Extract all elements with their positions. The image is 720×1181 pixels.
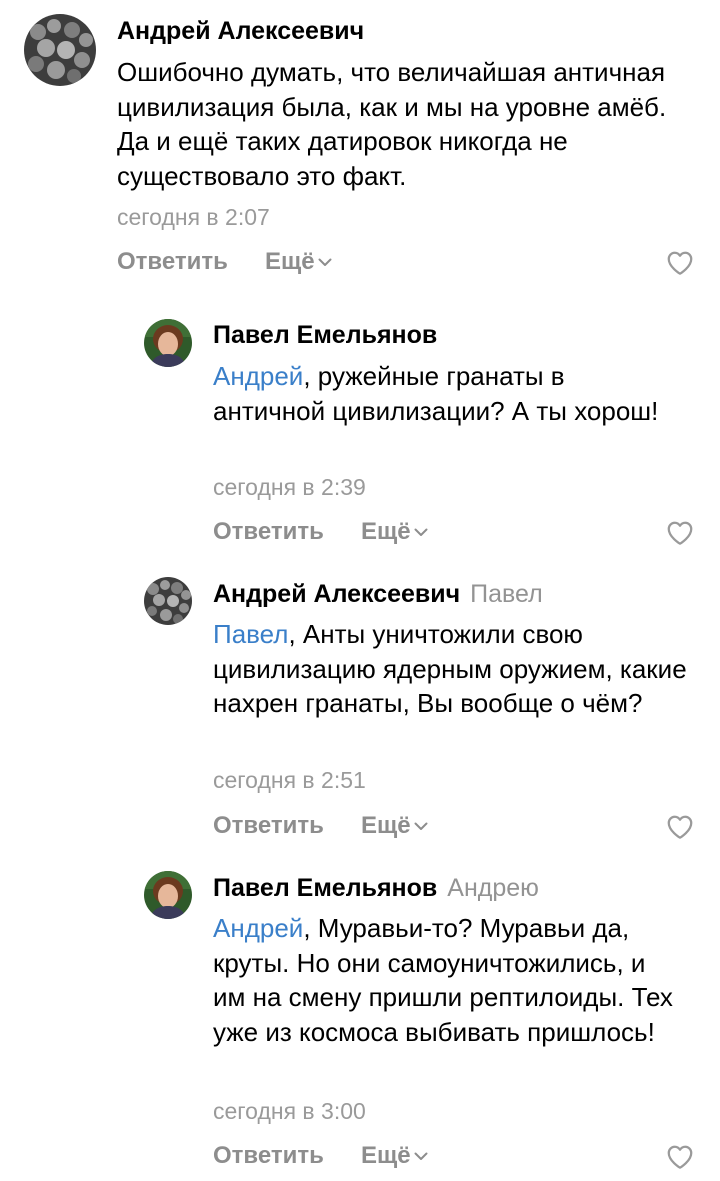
person-photo-avatar-icon	[144, 319, 192, 367]
mention-link[interactable]: Андрей	[213, 913, 303, 943]
reply-button[interactable]: Ответить	[117, 246, 228, 278]
mention-link[interactable]: Андрей	[213, 361, 303, 391]
comment-text: Ошибочно думать, что величайшая античная…	[117, 57, 667, 191]
comment: Андрей Алексеевич Ошибочно думать, что в…	[0, 0, 720, 290]
reply-to-name[interactable]: Павел	[470, 580, 543, 608]
reply-button[interactable]: Ответить	[213, 810, 324, 842]
comment-reply: Павел Емельянов Андрей, ружейные гранаты…	[0, 300, 720, 570]
more-button[interactable]: Ещё	[265, 246, 332, 278]
heart-icon[interactable]	[665, 248, 695, 278]
author-name[interactable]: Павел Емельянов	[213, 321, 437, 349]
more-label: Ещё	[265, 248, 315, 275]
comment-reply: Андрей Алексеевич Павел Павел, Анты уничт…	[0, 560, 720, 860]
reply-button[interactable]: Ответить	[213, 1140, 324, 1172]
reply-button[interactable]: Ответить	[213, 516, 324, 548]
comment-actions: Ответить Ещё	[117, 246, 697, 278]
more-button[interactable]: Ещё	[361, 516, 428, 548]
group-photo-avatar-icon	[24, 14, 96, 86]
reply-to-name[interactable]: Андрею	[447, 874, 539, 902]
author-name[interactable]: Андрей Алексеевич	[213, 580, 460, 608]
mention-link[interactable]: Павел	[213, 619, 288, 649]
chevron-down-icon	[414, 528, 428, 537]
heart-icon[interactable]	[665, 518, 695, 548]
author-line: Павел Емельянов Андрею	[213, 873, 539, 903]
avatar[interactable]	[144, 871, 192, 919]
chevron-down-icon	[414, 822, 428, 831]
heart-icon[interactable]	[665, 1142, 695, 1172]
more-label: Ещё	[361, 1142, 411, 1169]
avatar[interactable]	[144, 319, 192, 367]
comment-text: Андрей, ружейные гранаты в античной циви…	[213, 359, 683, 428]
author-name[interactable]: Андрей Алексеевич	[117, 17, 364, 45]
avatar[interactable]	[24, 14, 96, 86]
chevron-down-icon	[414, 1152, 428, 1161]
author-name[interactable]: Павел Емельянов	[213, 874, 437, 902]
more-button[interactable]: Ещё	[361, 1140, 428, 1172]
avatar[interactable]	[144, 577, 192, 625]
comment-actions: Ответить Ещё	[213, 516, 703, 548]
comment-actions: Ответить Ещё	[213, 810, 703, 842]
comment-actions: Ответить Ещё	[213, 1140, 703, 1172]
more-button[interactable]: Ещё	[361, 810, 428, 842]
timestamp[interactable]: сегодня в 2:07	[117, 203, 270, 231]
timestamp[interactable]: сегодня в 3:00	[213, 1097, 366, 1125]
person-photo-avatar-icon	[144, 871, 192, 919]
comment-text: Павел, Анты уничтожили свою цивилизацию …	[213, 617, 703, 721]
comment-text: Андрей, Муравьи-то? Муравьи да, круты. Н…	[213, 911, 683, 1049]
heart-icon[interactable]	[665, 812, 695, 842]
author-line: Павел Емельянов	[213, 320, 437, 350]
timestamp[interactable]: сегодня в 2:51	[213, 766, 366, 794]
timestamp[interactable]: сегодня в 2:39	[213, 473, 366, 501]
group-photo-avatar-icon	[144, 577, 192, 625]
author-line: Андрей Алексеевич Павел	[213, 579, 543, 609]
more-label: Ещё	[361, 518, 411, 545]
chevron-down-icon	[318, 258, 332, 267]
author-line: Андрей Алексеевич	[117, 16, 364, 46]
comment-reply: Павел Емельянов Андрею Андрей, Муравьи-то…	[0, 854, 720, 1181]
more-label: Ещё	[361, 812, 411, 839]
